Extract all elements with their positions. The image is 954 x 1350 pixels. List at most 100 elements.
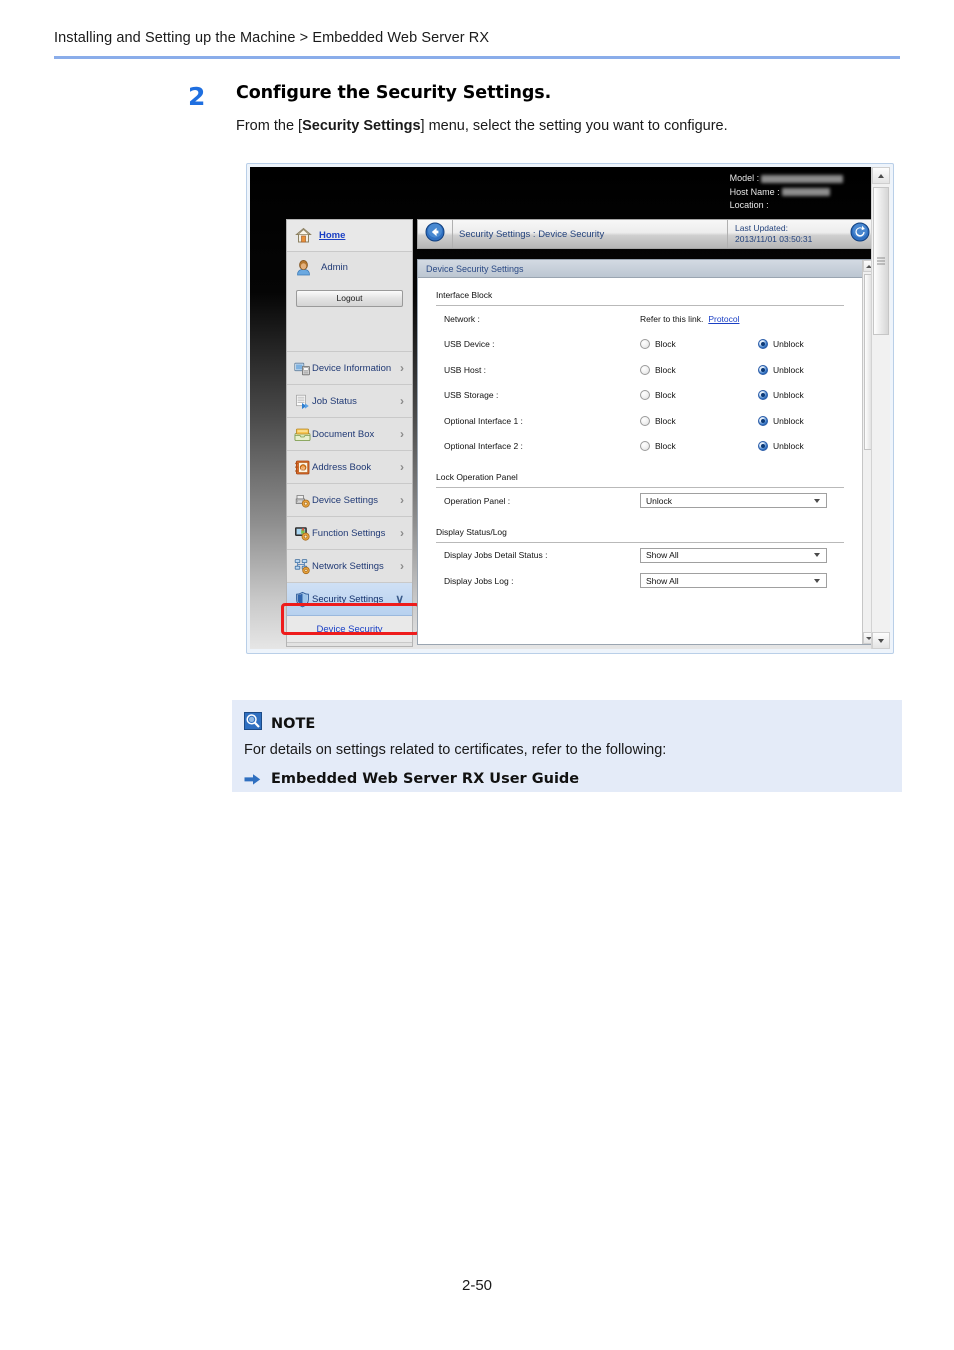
- radio-dot-icon: [640, 364, 650, 375]
- operation-panel-select[interactable]: Unlock: [640, 493, 827, 509]
- field-value: Block Unblock: [640, 339, 862, 350]
- radio-block[interactable]: Block: [640, 390, 758, 401]
- sidebar-item-document-box[interactable]: Document Box ›: [287, 418, 412, 451]
- step-title: Configure the Security Settings.: [236, 83, 552, 103]
- radio-dot-selected-icon: [758, 339, 768, 350]
- radio-dot-selected-icon: [758, 390, 768, 401]
- radio-label: Unblock: [773, 390, 804, 401]
- field-label: Display Jobs Log :: [444, 575, 514, 586]
- chevron-down-icon: [814, 498, 820, 503]
- field-value: Block Unblock: [640, 441, 862, 452]
- sidebar-item-address-book[interactable]: @ Address Book ›: [287, 451, 412, 484]
- sidebar-user: Admin: [287, 252, 412, 282]
- radio-block[interactable]: Block: [640, 339, 758, 350]
- web-page-body: Model : Host Name : Location : Home Admi…: [250, 167, 872, 649]
- panel-scroll-up-button[interactable]: [863, 260, 872, 272]
- radio-dot-icon: [640, 415, 650, 426]
- sidebar-menu-list: Device Information › Job Status › Docume…: [287, 351, 412, 643]
- field-label: Optional Interface 1 :: [444, 415, 523, 426]
- chevron-right-icon: ›: [400, 559, 404, 573]
- field-label: USB Host :: [444, 364, 487, 375]
- sidebar-label: Network Settings: [312, 560, 384, 572]
- radio-unblock[interactable]: Unblock: [758, 441, 804, 452]
- sidebar-home-link[interactable]: Home: [319, 230, 345, 241]
- sidebar-sublink[interactable]: Device Security: [317, 624, 383, 635]
- sidebar-item-home[interactable]: Home: [287, 220, 412, 252]
- back-button[interactable]: [418, 222, 452, 247]
- radio-dot-icon: [640, 390, 650, 401]
- step-text-before: From the [: [236, 118, 303, 135]
- scroll-down-button[interactable]: [872, 632, 890, 649]
- device-settings-icon: [294, 492, 311, 509]
- sidebar-item-network-settings[interactable]: Network Settings ›: [287, 550, 412, 583]
- scroll-thumb[interactable]: [873, 187, 889, 335]
- radio-label: Unblock: [773, 339, 804, 350]
- field-label: USB Storage :: [444, 390, 499, 401]
- display-jobs-detail-status-select[interactable]: Show All: [640, 547, 827, 563]
- chevron-right-icon: ›: [400, 361, 404, 375]
- user-avatar-icon: [295, 259, 312, 276]
- shield-icon: [294, 591, 311, 608]
- sidebar-item-device-settings[interactable]: Device Settings ›: [287, 484, 412, 517]
- refer-text: Refer to this link.: [640, 313, 704, 324]
- back-arrow-icon: [425, 222, 445, 247]
- device-hostname-value-redacted: [781, 188, 830, 197]
- sidebar-subitem-device-security[interactable]: Device Security: [287, 616, 412, 643]
- radio-unblock[interactable]: Unblock: [758, 415, 804, 426]
- panel-scroll-down-button[interactable]: [863, 632, 872, 644]
- sidebar-item-device-information[interactable]: Device Information ›: [287, 352, 412, 385]
- scroll-up-button[interactable]: [872, 167, 890, 184]
- radio-dot-icon: [640, 339, 650, 350]
- radio-block[interactable]: Block: [640, 364, 758, 375]
- radio-unblock[interactable]: Unblock: [758, 339, 804, 350]
- radio-block[interactable]: Block: [640, 415, 758, 426]
- panel-vertical-scrollbar[interactable]: [862, 260, 872, 644]
- field-row-usb-device: USB Device : Block Unblock: [418, 332, 862, 358]
- field-row-display-jobs-log: Display Jobs Log : Show All: [418, 568, 862, 594]
- field-value: Unlock: [640, 493, 862, 509]
- sidebar-item-job-status[interactable]: Job Status ›: [287, 385, 412, 418]
- radio-block[interactable]: Block: [640, 441, 758, 452]
- triangle-down-icon: [878, 638, 885, 643]
- refresh-button[interactable]: [845, 222, 871, 247]
- chevron-right-icon: ›: [400, 493, 404, 507]
- radio-unblock[interactable]: Unblock: [758, 390, 804, 401]
- note-reference[interactable]: Embedded Web Server RX User Guide: [244, 771, 902, 787]
- note-box: NOTE For details on settings related to …: [232, 700, 902, 792]
- select-value: Show All: [646, 550, 679, 561]
- section-title-interface-block: Interface Block: [436, 290, 493, 300]
- settings-panel: Device Security Settings Interface Block…: [417, 259, 872, 645]
- chevron-right-icon: ›: [400, 394, 404, 408]
- field-row-operation-panel: Operation Panel : Unlock: [418, 488, 862, 514]
- protocol-link[interactable]: Protocol: [708, 314, 739, 324]
- display-jobs-log-select[interactable]: Show All: [640, 573, 827, 589]
- select-value: Show All: [646, 575, 679, 586]
- refresh-icon: [850, 222, 870, 247]
- chevron-down-icon: [814, 578, 820, 583]
- sidebar-item-security-settings[interactable]: Security Settings ∨: [287, 583, 412, 616]
- field-value: Block Unblock: [640, 364, 862, 375]
- note-title: NOTE: [271, 715, 316, 732]
- device-model-label: Model :: [729, 173, 760, 183]
- step-number: 2: [188, 82, 206, 111]
- device-model-value-redacted: [761, 174, 844, 183]
- logout-button-wrap: Logout: [287, 282, 412, 307]
- browser-vertical-scrollbar[interactable]: [871, 167, 890, 649]
- svg-text:@: @: [301, 465, 306, 471]
- function-settings-icon: [294, 525, 311, 542]
- panel-scroll-thumb[interactable]: [864, 274, 872, 450]
- radio-unblock[interactable]: Unblock: [758, 364, 804, 375]
- radio-label: Unblock: [773, 415, 804, 426]
- panel-body: Interface Block Network : Refer to this …: [418, 278, 862, 594]
- chevron-right-icon: ›: [400, 427, 404, 441]
- field-row-optional-interface-2: Optional Interface 2 : Block Unblock: [418, 434, 862, 460]
- logout-button[interactable]: Logout: [296, 290, 403, 307]
- field-row-optional-interface-1: Optional Interface 1 : Block Unblock: [418, 408, 862, 434]
- content-toolbar: Security Settings : Device Security Last…: [417, 219, 872, 249]
- radio-label: Block: [655, 339, 676, 350]
- sidebar-username: Admin: [321, 261, 348, 273]
- device-hostname-label: Host Name :: [729, 186, 780, 197]
- sidebar-label: Address Book: [312, 461, 372, 473]
- sidebar-item-function-settings[interactable]: Function Settings ›: [287, 517, 412, 550]
